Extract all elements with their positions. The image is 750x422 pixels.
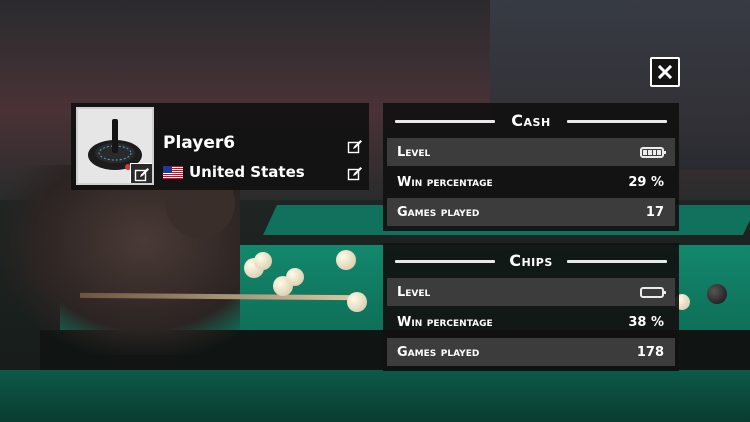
edit-country-button[interactable] (347, 166, 363, 182)
edit-icon (134, 168, 149, 182)
avatar[interactable] (76, 107, 154, 185)
header-divider (567, 120, 667, 123)
level-meter-cell (657, 149, 661, 155)
stat-row-level: Level (387, 138, 675, 166)
panel-header: Cash (383, 103, 679, 137)
edit-icon (347, 140, 362, 154)
cash-stats-panel: Cash Level Win percentage 29 % Games pla… (383, 103, 679, 231)
stat-label: Games played (397, 344, 480, 360)
stat-row-games-played: Games played 17 (387, 198, 675, 226)
stat-row-level: Level (387, 278, 675, 306)
background-ball (254, 252, 272, 270)
level-meter-cell (653, 290, 657, 295)
stat-row-win-percentage: Win percentage 29 % (387, 168, 675, 196)
avatar-edit-button[interactable] (130, 163, 152, 183)
stat-row-win-percentage: Win percentage 38 % (387, 308, 675, 336)
stat-label: Win percentage (397, 314, 493, 330)
stat-label: Win percentage (397, 174, 493, 190)
header-divider (395, 260, 495, 263)
level-meter-cell (652, 149, 657, 155)
background-ball (347, 292, 367, 312)
background-ball (336, 250, 356, 270)
close-button[interactable] (650, 57, 680, 87)
country-name: United States (189, 163, 305, 181)
stat-row-games-played: Games played 178 (387, 338, 675, 366)
stat-label: Level (397, 144, 431, 160)
background-ball (286, 268, 304, 286)
stat-label: Level (397, 284, 431, 300)
edit-icon (347, 167, 362, 181)
panel-header: Chips (383, 243, 679, 277)
level-meter-cell (643, 149, 647, 155)
close-icon (658, 65, 672, 79)
level-meter-icon (640, 286, 666, 298)
stat-value: 29 % (628, 174, 664, 190)
country-row: United States (163, 163, 305, 181)
background-pool-table-front (0, 370, 750, 422)
background-ball (707, 284, 727, 304)
chips-stats-panel: Chips Level Win percentage 38 % Games pl… (383, 243, 679, 371)
level-meter-icon (640, 146, 666, 158)
header-divider (395, 120, 495, 123)
stat-label: Games played (397, 204, 480, 220)
edit-name-button[interactable] (347, 139, 363, 155)
level-meter-cell (647, 149, 652, 155)
stat-value: 178 (636, 344, 664, 360)
level-meter-cell (648, 290, 652, 295)
profile-card: Player6 United States (71, 103, 369, 190)
level-meter-cell (657, 290, 661, 295)
stat-value: 38 % (628, 314, 664, 330)
us-flag-icon (163, 165, 183, 179)
stat-value: 17 (645, 204, 664, 220)
header-divider (567, 260, 667, 263)
panel-title: Chips (509, 250, 553, 270)
panel-title: Cash (511, 110, 551, 130)
level-meter-cell (643, 290, 647, 295)
player-name: Player6 (163, 133, 236, 153)
